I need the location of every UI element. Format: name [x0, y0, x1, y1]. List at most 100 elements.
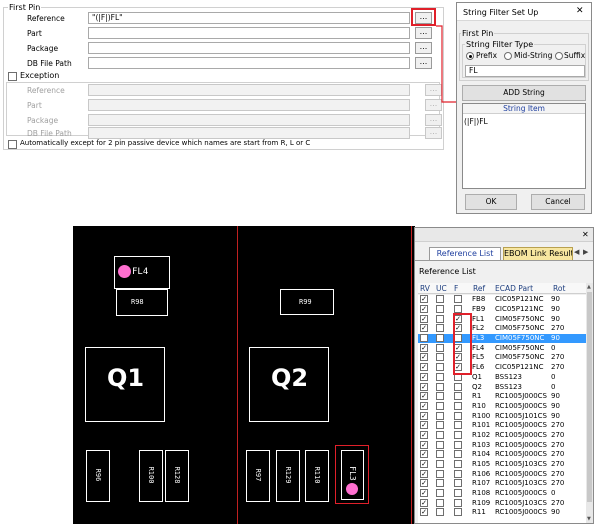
f-checkbox[interactable]	[454, 430, 462, 439]
rv-checkbox[interactable]: ✓	[420, 392, 428, 401]
prefix-radio[interactable]	[466, 52, 474, 60]
table-row[interactable]: ✓ R10 RC1005J000CS 90	[418, 401, 586, 412]
rv-checkbox[interactable]: ✓	[420, 334, 428, 343]
f-checkbox[interactable]	[454, 450, 462, 459]
f-checkbox[interactable]	[454, 440, 462, 449]
table-row[interactable]: ✓ R11 RC1005J000CS 90	[418, 508, 586, 518]
uc-checkbox[interactable]	[436, 411, 444, 420]
f-checkbox[interactable]	[454, 489, 462, 498]
auto-except-checkbox[interactable]	[8, 140, 17, 149]
exception-package-browse-button[interactable]: ...	[425, 114, 442, 126]
cancel-button[interactable]: Cancel	[531, 194, 585, 210]
table-row[interactable]: ✓ R101 RC1005J000CS 270	[418, 421, 586, 431]
uc-checkbox[interactable]	[436, 401, 444, 410]
rv-checkbox[interactable]: ✓	[420, 421, 428, 430]
tab-scroll-right-icon[interactable]: ▶	[583, 248, 588, 256]
uc-checkbox[interactable]	[436, 460, 444, 469]
col-ref[interactable]: Ref	[473, 284, 485, 293]
part-input[interactable]	[88, 27, 410, 39]
uc-checkbox[interactable]	[436, 498, 444, 507]
table-row[interactable]: ✓ R100 RC1005J101CS 90	[418, 411, 586, 421]
exception-reference-input[interactable]	[88, 84, 410, 96]
rv-checkbox[interactable]: ✓	[420, 411, 428, 420]
rv-checkbox[interactable]: ✓	[420, 450, 428, 459]
tab-scroll-left-icon[interactable]: ◀	[574, 248, 579, 256]
table-row[interactable]: ✓ ✓ FL1 CIM05F750NC 90	[418, 314, 586, 324]
f-checkbox[interactable]	[454, 498, 462, 507]
f-checkbox[interactable]	[454, 305, 462, 314]
rv-checkbox[interactable]: ✓	[420, 479, 428, 488]
table-row[interactable]: ✓ R107 RC1005J103CS 270	[418, 479, 586, 489]
col-f[interactable]: F	[454, 284, 458, 293]
string-input[interactable]: FL	[465, 65, 585, 77]
col-rv[interactable]: RV	[420, 284, 430, 293]
package-input[interactable]	[88, 42, 410, 54]
rv-checkbox[interactable]: ✓	[420, 305, 428, 314]
f-checkbox[interactable]	[454, 479, 462, 488]
uc-checkbox[interactable]	[436, 508, 444, 517]
rv-checkbox[interactable]: ✓	[420, 324, 428, 333]
uc-checkbox[interactable]	[436, 392, 444, 401]
string-item-list[interactable]	[462, 103, 586, 189]
ok-button[interactable]: OK	[465, 194, 517, 210]
uc-checkbox[interactable]	[436, 324, 444, 333]
rv-checkbox[interactable]: ✓	[420, 460, 428, 469]
table-row[interactable]: ✓ ✓ FL3 CIM05F750NC 90	[418, 333, 586, 344]
dialog-close-button[interactable]: ✕	[576, 6, 584, 16]
exception-checkbox[interactable]	[8, 72, 17, 81]
uc-checkbox[interactable]	[436, 489, 444, 498]
f-checkbox[interactable]	[454, 508, 462, 517]
f-checkbox[interactable]	[454, 421, 462, 430]
uc-checkbox[interactable]	[436, 469, 444, 478]
uc-checkbox[interactable]	[436, 440, 444, 449]
table-row[interactable]: ✓ ✓ FL5 CIM05F750NC 270	[418, 353, 586, 363]
rv-checkbox[interactable]: ✓	[420, 440, 428, 449]
table-row[interactable]: ✓ R109 RC1005J103CS 270	[418, 498, 586, 508]
table-row[interactable]: ✓ Q1 BSS123 0	[418, 372, 586, 383]
close-icon[interactable]: ✕	[582, 230, 589, 239]
table-row[interactable]: ✓ FB9 CIC05P121NC 90	[418, 305, 586, 315]
rv-checkbox[interactable]: ✓	[420, 489, 428, 498]
table-row[interactable]: ✓ R106 RC1005J000CS 270	[418, 469, 586, 479]
rv-checkbox[interactable]: ✓	[420, 469, 428, 478]
rv-checkbox[interactable]: ✓	[420, 343, 428, 352]
rv-checkbox[interactable]: ✓	[420, 363, 428, 372]
uc-checkbox[interactable]	[436, 314, 444, 323]
table-row[interactable]: ✓ R105 RC1005J103CS 270	[418, 460, 586, 470]
f-checkbox[interactable]	[454, 401, 462, 410]
uc-checkbox[interactable]	[436, 382, 444, 391]
uc-checkbox[interactable]	[436, 372, 444, 381]
uc-checkbox[interactable]	[436, 430, 444, 439]
rv-checkbox[interactable]: ✓	[420, 401, 428, 410]
f-checkbox[interactable]	[454, 469, 462, 478]
table-row[interactable]: ✓ R103 RC1005J000CS 270	[418, 440, 586, 450]
table-row[interactable]: ✓ R104 RC1005J000CS 270	[418, 450, 586, 460]
reference-table-body[interactable]: ✓ FB8 CIC05P121NC 90 ✓ FB9 CIC05P121NC 90 ✓ ✓ FL1 C…	[418, 295, 586, 523]
table-row[interactable]: ✓ R102 RC1005J000CS 270	[418, 430, 586, 441]
uc-checkbox[interactable]	[436, 305, 444, 314]
table-row[interactable]: ✓ ✓ FL6 CIC05P121NC 270	[418, 363, 586, 373]
mid-string-radio[interactable]	[504, 52, 512, 60]
exception-part-input[interactable]	[88, 99, 410, 111]
scrollbar-thumb[interactable]	[587, 292, 592, 502]
rv-checkbox[interactable]: ✓	[420, 498, 428, 507]
add-string-button[interactable]: ADD String	[462, 85, 586, 101]
uc-checkbox[interactable]	[436, 479, 444, 488]
rv-checkbox[interactable]: ✓	[420, 430, 428, 439]
table-row[interactable]: ✓ ✓ FL2 CIM05F750NC 270	[418, 324, 586, 334]
table-row[interactable]: ✓ FB8 CIC05P121NC 90	[418, 295, 586, 305]
table-row[interactable]: ✓ Q2 BSS123 0	[418, 382, 586, 392]
string-item-header[interactable]: String Item	[463, 104, 585, 114]
scroll-down-icon[interactable]: ▼	[587, 516, 591, 522]
col-rot[interactable]: Rot	[553, 284, 565, 293]
rv-checkbox[interactable]: ✓	[420, 508, 428, 517]
rv-checkbox[interactable]: ✓	[420, 295, 428, 304]
db-file-path-input[interactable]	[88, 57, 410, 69]
col-ecad-part[interactable]: ECAD Part	[495, 284, 533, 293]
table-row[interactable]: ✓ ✓ FL4 CIM05F750NC 0	[418, 343, 586, 353]
uc-checkbox[interactable]	[436, 421, 444, 430]
rv-checkbox[interactable]: ✓	[420, 382, 428, 391]
suffix-radio[interactable]	[555, 52, 563, 60]
f-checkbox[interactable]	[454, 460, 462, 469]
exception-db-file-path-input[interactable]	[88, 127, 410, 139]
